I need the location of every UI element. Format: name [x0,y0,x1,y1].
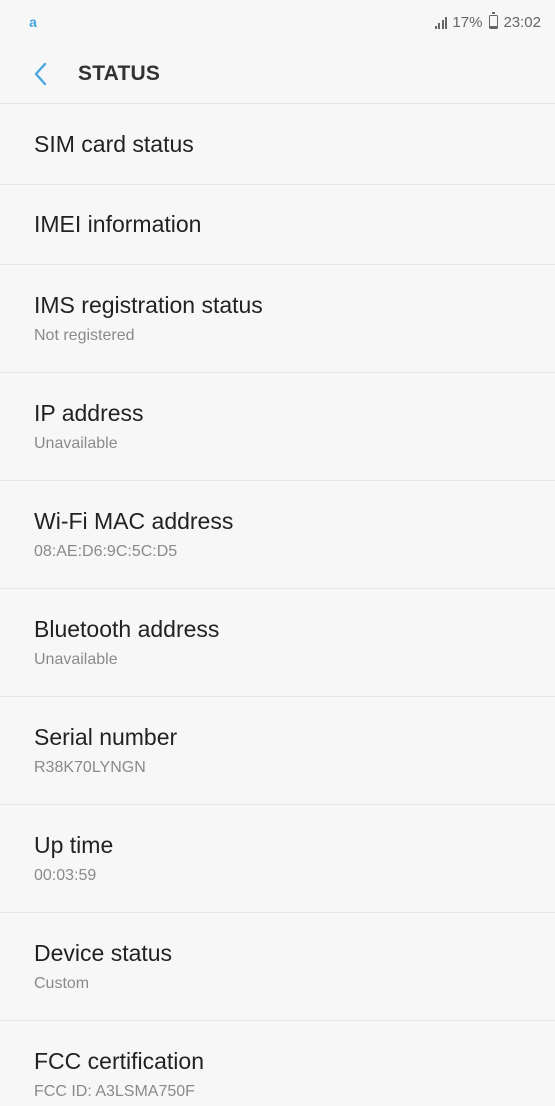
item-subtitle: 08:AE:D6:9C:5C:D5 [34,542,178,560]
status-bar: a 17% 23:02 [0,0,555,44]
item-title: IMEI information [34,210,202,237]
back-arrow-icon [34,62,47,85]
item-title: IP address [34,400,144,427]
app-bar: STATUS [0,44,555,104]
list-item-serial-number[interactable]: Serial number R38K70LYNGN [0,697,555,805]
list-item-fcc-certification[interactable]: FCC certification FCC ID: A3LSMA750F [0,1021,555,1106]
item-title: FCC certification [34,1048,204,1075]
page-title: STATUS [78,61,161,85]
item-subtitle: Unavailable [34,650,118,668]
list-item-ims-registration-status[interactable]: IMS registration status Not registered [0,265,555,373]
list-item-device-status[interactable]: Device status Custom [0,913,555,1021]
item-subtitle: 00:03:59 [34,866,97,884]
list-item-bluetooth-address[interactable]: Bluetooth address Unavailable [0,589,555,697]
item-subtitle: FCC ID: A3LSMA750F [34,1082,195,1100]
item-subtitle: Unavailable [34,434,118,452]
item-title: IMS registration status [34,292,263,319]
item-subtitle: R38K70LYNGN [34,758,146,776]
list-item-sim-card-status[interactable]: SIM card status [0,105,555,185]
item-title: Serial number [34,724,178,751]
item-title: Bluetooth address [34,616,220,643]
battery-icon [489,12,499,29]
list-item-wifi-mac-address[interactable]: Wi-Fi MAC address 08:AE:D6:9C:5C:D5 [0,481,555,589]
item-title: SIM card status [34,130,194,157]
list-item-imei-information[interactable]: IMEI information [0,185,555,265]
list-item-up-time[interactable]: Up time 00:03:59 [0,805,555,913]
signal-icon [434,16,448,29]
item-subtitle: Not registered [34,326,135,344]
list-item-ip-address[interactable]: IP address Unavailable [0,373,555,481]
back-button[interactable] [18,52,62,96]
notification-glyph: a [29,14,37,30]
status-screen: a 17% 23:02 STATUS SIM card status IMEI … [0,0,555,1106]
app-notification-icon: a [22,11,44,33]
clock: 23:02 [503,13,541,31]
item-title: Device status [34,940,173,967]
battery-percent: 17% [452,13,483,31]
item-title: Up time [34,832,114,859]
item-title: Wi-Fi MAC address [34,508,234,535]
status-bar-right: 17% 23:02 [434,12,541,31]
item-subtitle: Custom [34,974,90,992]
status-list: SIM card status IMEI information IMS reg… [0,105,555,1106]
